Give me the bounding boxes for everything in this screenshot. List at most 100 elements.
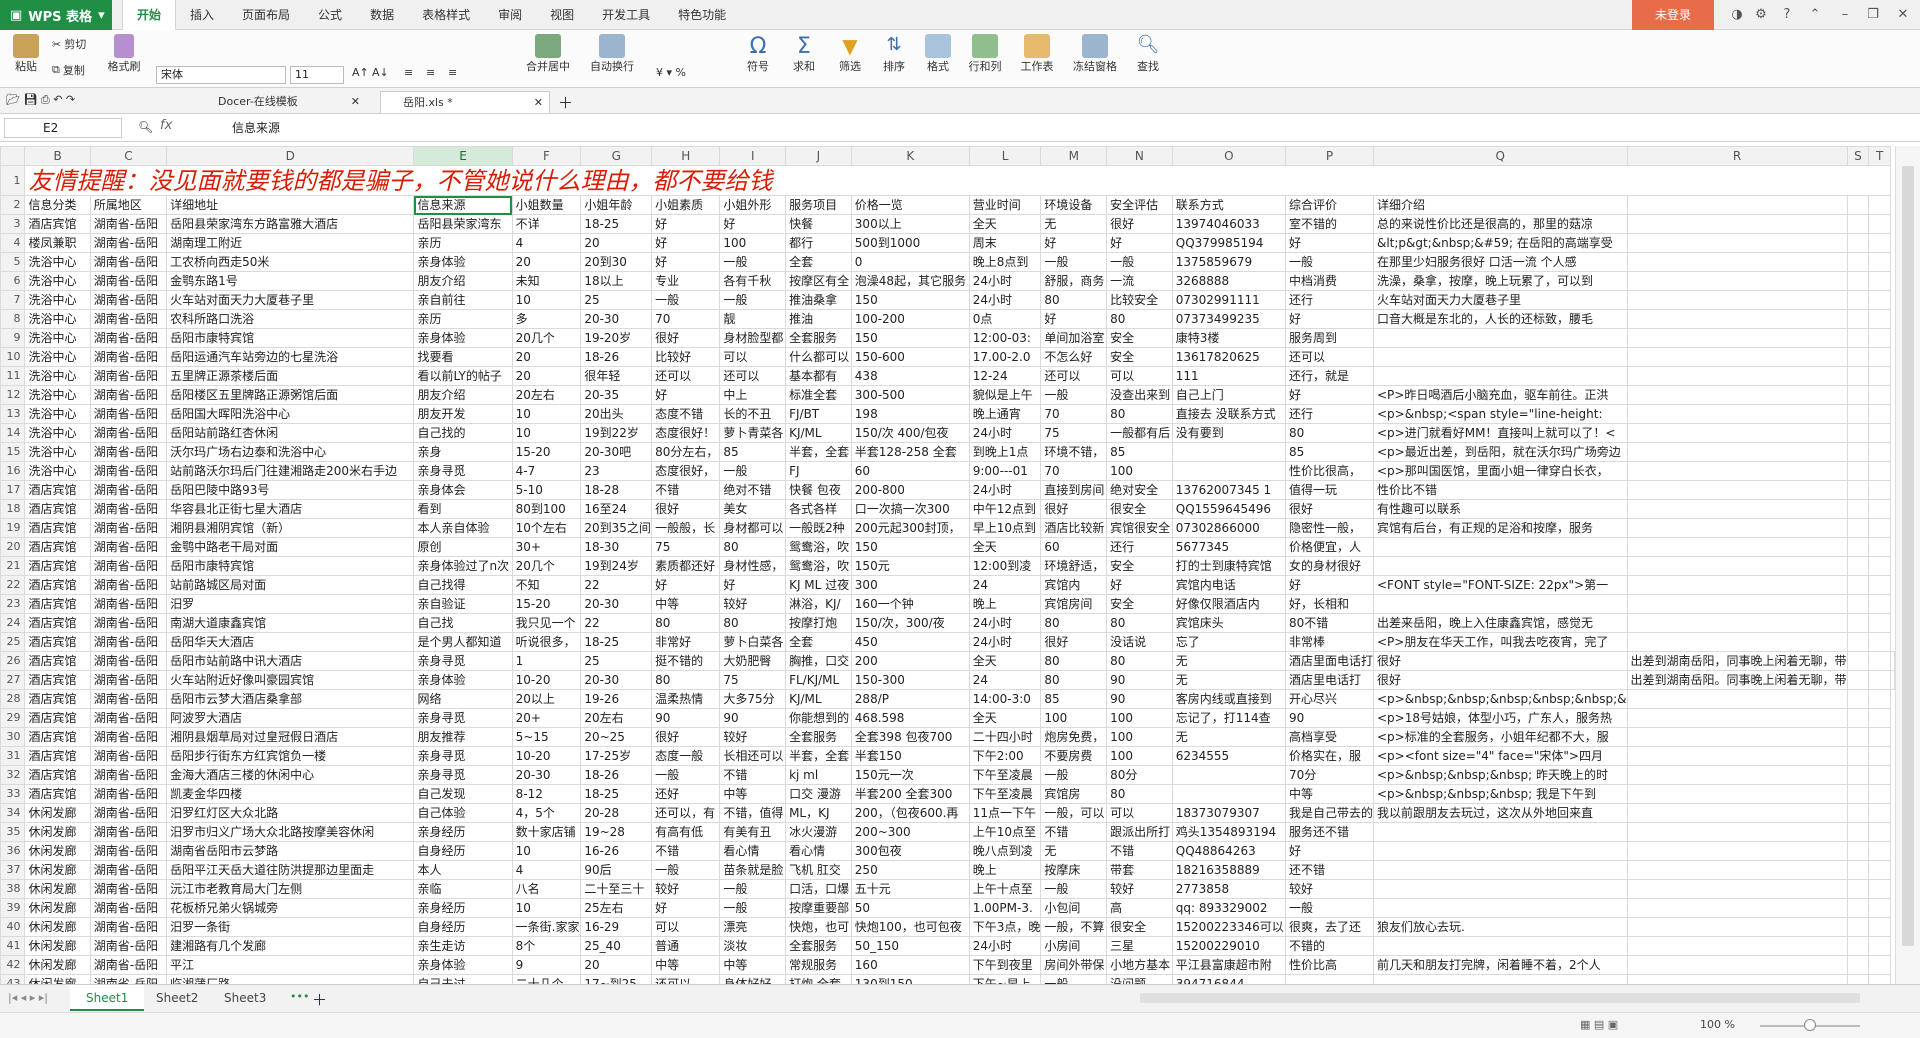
table-cell[interactable] — [1868, 727, 1891, 747]
column-header[interactable]: P — [1284, 146, 1374, 166]
table-cell[interactable]: 岳阳县荣家湾东 — [413, 214, 513, 234]
table-cell[interactable]: 50_150 — [850, 936, 970, 956]
table-cell[interactable]: 一般 — [719, 879, 787, 899]
table-cell[interactable]: 绝对安全 — [1106, 480, 1173, 500]
table-cell[interactable]: 85 — [1284, 442, 1374, 462]
table-cell[interactable]: 有性趣可以联系 — [1372, 499, 1628, 519]
table-cell[interactable] — [1846, 214, 1870, 234]
table-cell[interactable]: 亲身体验 — [413, 955, 513, 975]
table-cell[interactable]: 07302991111 — [1171, 290, 1286, 310]
table-cell[interactable]: 湖南省-岳阳 — [89, 233, 168, 253]
table-cell[interactable]: 19-20岁 — [580, 328, 653, 348]
table-cell[interactable]: 17-25岁 — [580, 746, 653, 766]
table-cell[interactable]: 很好 — [1284, 499, 1374, 519]
table-cell[interactable]: 湖南省-岳阳 — [89, 309, 168, 329]
table-cell[interactable]: kj ml — [785, 765, 852, 785]
table-cell[interactable]: 1.00PM-3. — [968, 898, 1042, 918]
table-cell[interactable]: 下午3点，晚 — [968, 917, 1042, 937]
table-cell[interactable] — [1626, 727, 1848, 747]
table-cell[interactable] — [1626, 556, 1848, 576]
table-cell[interactable]: 好 — [1284, 575, 1374, 595]
table-cell[interactable]: 在那里少妇服务很好 口活一流 个人感 — [1372, 252, 1628, 272]
table-cell[interactable]: 300包夜 — [850, 841, 970, 861]
table-cell[interactable]: 100 — [1106, 746, 1173, 766]
table-cell[interactable] — [1868, 537, 1891, 557]
table-cell[interactable] — [1626, 385, 1848, 405]
table-cell[interactable]: 全套服务 — [785, 328, 852, 348]
table-cell[interactable]: 24小时 — [968, 613, 1042, 633]
table-cell[interactable]: 环境舒适， — [1040, 556, 1108, 576]
table-cell[interactable]: 休闲发廊 — [24, 898, 91, 918]
freeze-panes-button[interactable]: 冻结窗格 — [1068, 34, 1122, 74]
table-cell[interactable] — [1868, 594, 1891, 614]
table-cell[interactable]: 很爽，去了还 — [1284, 917, 1374, 937]
table-cell[interactable]: 18-26 — [580, 765, 653, 785]
table-cell[interactable]: 湖南省-岳阳 — [89, 974, 168, 984]
table-cell[interactable]: 休闲发廊 — [24, 917, 91, 937]
table-cell[interactable]: 80 — [1040, 290, 1108, 310]
table-cell[interactable]: 85 — [719, 442, 787, 462]
table-cell[interactable] — [1626, 366, 1848, 386]
table-cell[interactable]: 亲身寻觅 — [413, 765, 513, 785]
table-cell[interactable]: 苗条就是脸 — [719, 860, 787, 880]
table-cell[interactable]: 身材性感， — [719, 556, 787, 576]
table-cell[interactable] — [1890, 651, 1895, 671]
table-cell[interactable]: KJ/ML — [785, 423, 852, 443]
table-cell[interactable]: 不错的 — [1284, 936, 1374, 956]
table-cell[interactable] — [1846, 499, 1870, 519]
table-cell[interactable] — [1626, 632, 1848, 652]
table-cell[interactable]: 早上10点到 — [968, 518, 1042, 538]
table-cell[interactable]: 晚上 — [968, 594, 1042, 614]
table-cell[interactable]: 很安全 — [1106, 499, 1173, 519]
header-cell[interactable] — [1626, 195, 1848, 215]
table-cell[interactable]: 70 — [1040, 404, 1108, 424]
column-header[interactable]: C — [89, 146, 168, 166]
header-cell[interactable]: 小姐外形 — [719, 195, 787, 215]
table-cell[interactable]: 20~25 — [580, 727, 653, 747]
table-cell[interactable] — [1626, 518, 1848, 538]
table-cell[interactable] — [1846, 784, 1870, 804]
table-cell[interactable]: <P>朋友在华天工作，叫我去吃夜宵，完了 — [1372, 632, 1628, 652]
table-cell[interactable] — [1626, 575, 1848, 595]
name-box[interactable]: E2 — [4, 118, 122, 138]
table-cell[interactable]: 好 — [651, 233, 721, 253]
table-cell[interactable] — [1868, 670, 1891, 690]
table-cell[interactable]: 湖南省-岳阳 — [89, 936, 168, 956]
table-cell[interactable]: 20左右 — [511, 385, 582, 405]
table-cell[interactable] — [1868, 252, 1891, 272]
table-cell[interactable]: 安全 — [1106, 328, 1173, 348]
table-cell[interactable]: 打炮 全套 — [785, 974, 852, 984]
restore-icon[interactable]: ❐ — [1858, 0, 1888, 30]
table-cell[interactable]: 好 — [719, 214, 787, 234]
table-cell[interactable]: 岳阳县荣家湾东方路富雅大酒店 — [166, 214, 415, 234]
table-cell[interactable]: 亲身寻觅 — [413, 708, 513, 728]
table-cell[interactable]: 一般既2种 — [785, 518, 852, 538]
table-cell[interactable]: 休闲发廊 — [24, 974, 91, 984]
table-cell[interactable]: 找要看 — [413, 347, 513, 367]
table-cell[interactable]: 75 — [1040, 423, 1108, 443]
table-cell[interactable] — [1626, 461, 1848, 481]
table-cell[interactable]: 非常好 — [651, 632, 721, 652]
table-cell[interactable]: 看以前LY的帖子 — [413, 366, 513, 386]
table-cell[interactable]: <p>&nbsp;&nbsp;&nbsp; 昨天晚上的时 — [1372, 765, 1628, 785]
table-cell[interactable]: 前几天和朋友打完牌，闲着睡不着，2个人 — [1372, 955, 1628, 975]
minimize-icon[interactable]: – — [1830, 0, 1860, 30]
table-cell[interactable]: 淡妆 — [719, 936, 787, 956]
cut-button[interactable]: ✂ 剪切 — [52, 36, 86, 52]
zoom-slider-knob[interactable] — [1804, 1019, 1816, 1031]
table-cell[interactable]: 一般 — [719, 898, 787, 918]
table-cell[interactable]: 酒店宾馆 — [24, 613, 91, 633]
table-cell[interactable]: 比较好 — [651, 347, 721, 367]
table-cell[interactable] — [1846, 917, 1870, 937]
row-header[interactable]: 36 — [0, 841, 26, 861]
table-cell[interactable]: 洗澡，桑拿，按摩，晚上玩累了，可以到 — [1372, 271, 1628, 291]
row-header[interactable]: 12 — [0, 385, 26, 405]
table-cell[interactable]: 15-20 — [511, 594, 582, 614]
table-cell[interactable]: 不要房费 — [1040, 746, 1108, 766]
align-middle-icon[interactable]: ≡ — [426, 66, 435, 79]
table-cell[interactable]: 洗浴中心 — [24, 385, 91, 405]
table-cell[interactable]: 湖南省-岳阳 — [89, 442, 168, 462]
header-cell[interactable]: 信息来源 — [413, 195, 513, 215]
table-cell[interactable]: 0点 — [968, 309, 1042, 329]
table-cell[interactable]: 朋友介绍 — [413, 271, 513, 291]
